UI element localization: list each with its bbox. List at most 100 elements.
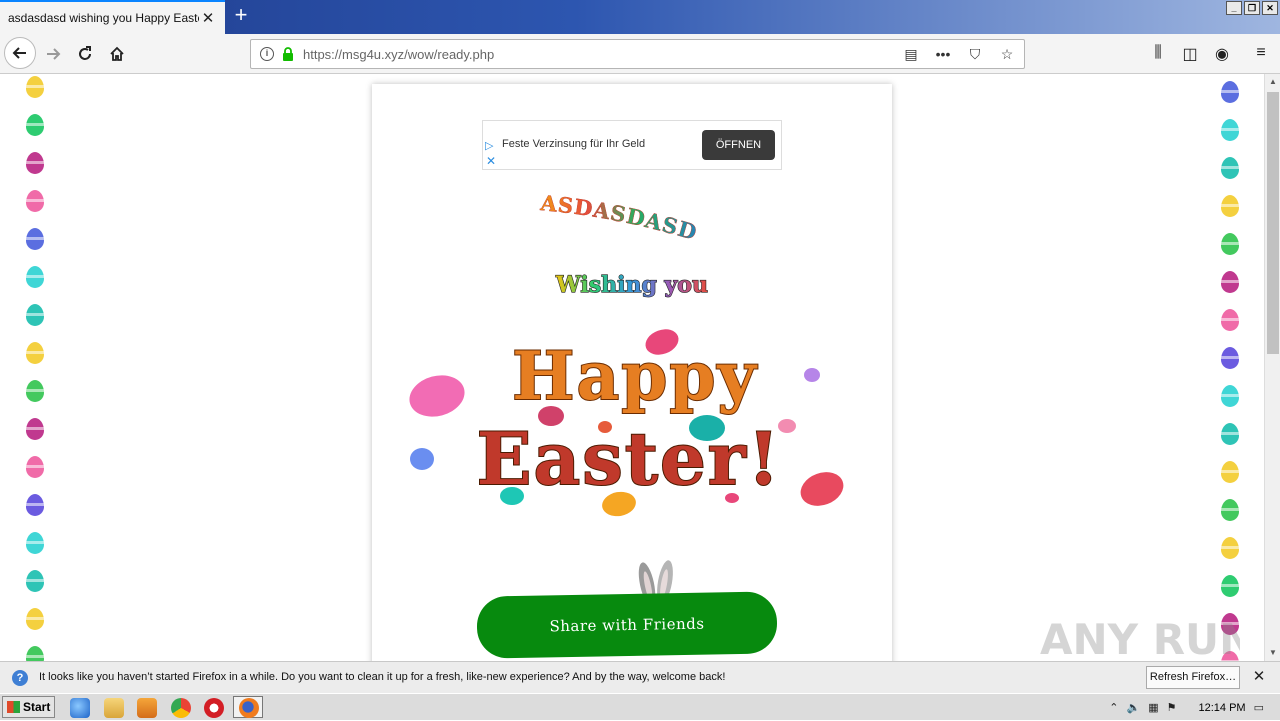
ad-choices-icon[interactable]: ▷: [485, 139, 493, 152]
easter-egg-icon: [26, 152, 44, 174]
ad-text: Feste Verzinsung für Ihr Geld: [502, 138, 646, 150]
svg-text:Wishing you: Wishing you: [555, 272, 708, 298]
show-desktop-icon[interactable]: ▭: [1254, 701, 1264, 714]
start-label: Start: [23, 700, 51, 714]
vertical-scrollbar[interactable]: ▲ ▼: [1264, 74, 1280, 661]
close-notification-icon[interactable]: ✕: [1250, 668, 1268, 686]
scroll-down-icon[interactable]: ▼: [1265, 645, 1280, 661]
back-arrow-icon: [12, 47, 26, 59]
taskbar: Start ⌃ 🔈 ▦ ⚑ 12:14 PM ▭: [0, 693, 1280, 720]
share-with-friends-button[interactable]: Share with Friends: [476, 591, 778, 659]
title-bar: asdasdasd wishing you Happy Easter ✕ + _…: [0, 0, 1280, 34]
back-button[interactable]: [4, 37, 36, 69]
sidebar-icon[interactable]: ◫: [1179, 44, 1201, 64]
easter-egg-icon: [26, 342, 44, 364]
url-text[interactable]: https://msg4u.xyz/wow/ready.php: [303, 47, 494, 62]
clock[interactable]: 12:14 PM: [1199, 702, 1246, 714]
library-icon[interactable]: ⫼: [1147, 44, 1169, 62]
home-icon: [110, 46, 124, 61]
help-icon: ?: [12, 670, 28, 686]
easter-egg-icon: [26, 456, 44, 478]
recipient-name-text: ASDASDASD: [538, 190, 699, 246]
action-center-flag-icon[interactable]: ⚑: [1167, 701, 1177, 714]
internet-explorer-icon[interactable]: [70, 698, 90, 718]
forward-button[interactable]: [38, 39, 68, 69]
tab-title: asdasdasd wishing you Happy Easter: [8, 11, 199, 25]
easter-egg-icon: [1221, 271, 1239, 293]
easter-egg-icon: [26, 380, 44, 402]
easter-egg-icon: [1221, 385, 1239, 407]
close-window-button[interactable]: ✕: [1262, 1, 1278, 15]
scroll-up-icon[interactable]: ▲: [1265, 74, 1280, 90]
easter-text: Easter!: [477, 416, 782, 501]
lock-icon: [283, 47, 293, 61]
easter-egg-icon: [26, 608, 44, 630]
reload-button[interactable]: [70, 39, 100, 69]
network-icon[interactable]: ▦: [1148, 701, 1158, 714]
notification-bar: ? It looks like you haven’t started Fire…: [0, 661, 1280, 693]
easter-egg-icon: [1221, 461, 1239, 483]
greeting-card: ▷ ✕ Feste Verzinsung für Ihr Geld ÖFFNEN…: [372, 84, 892, 661]
restore-button[interactable]: ❐: [1244, 1, 1260, 15]
reader-view-icon[interactable]: ▤: [902, 45, 920, 63]
menu-icon[interactable]: ≡: [1250, 44, 1272, 62]
easter-egg-icon: [1221, 499, 1239, 521]
easter-egg-icon: [26, 418, 44, 440]
anyrun-watermark: ANY RUN: [1040, 615, 1240, 661]
easter-egg-icon: [26, 76, 44, 98]
url-bar[interactable]: i https://msg4u.xyz/wow/ready.php ▤ ••• …: [250, 39, 1025, 69]
windows-logo-icon: [7, 701, 20, 713]
opera-icon[interactable]: [204, 698, 224, 718]
browser-tab[interactable]: asdasdasd wishing you Happy Easter ✕: [0, 0, 225, 34]
new-tab-button[interactable]: +: [229, 4, 253, 28]
easter-egg-icon: [26, 570, 44, 592]
easter-egg-icon: [1221, 423, 1239, 445]
easter-egg-icon: [26, 190, 44, 212]
page-content: ▷ ✕ Feste Verzinsung für Ihr Geld ÖFFNEN…: [0, 74, 1264, 661]
volume-icon[interactable]: 🔈: [1127, 701, 1141, 714]
ad-close-icon[interactable]: ✕: [486, 154, 496, 168]
easter-egg-icon: [26, 494, 44, 516]
refresh-firefox-button[interactable]: Refresh Firefox…: [1146, 666, 1240, 689]
show-hidden-icons-icon[interactable]: ⌃: [1109, 701, 1118, 714]
account-icon[interactable]: ◉: [1211, 44, 1233, 64]
home-button[interactable]: [102, 39, 132, 69]
ad-open-button[interactable]: ÖFFNEN: [702, 130, 775, 160]
easter-egg-icon: [26, 532, 44, 554]
firefox-taskbar-button[interactable]: [233, 696, 263, 718]
bookmark-star-icon[interactable]: ☆: [998, 45, 1016, 63]
minimize-button[interactable]: _: [1226, 1, 1242, 15]
recipient-name: ASDASDASD: [538, 190, 700, 246]
media-player-icon[interactable]: [137, 698, 157, 718]
chrome-icon[interactable]: [171, 698, 191, 718]
easter-egg-icon: [1221, 195, 1239, 217]
easter-egg-icon: [26, 266, 44, 288]
navigation-toolbar: i https://msg4u.xyz/wow/ready.php ▤ ••• …: [0, 34, 1280, 74]
more-actions-icon[interactable]: •••: [934, 45, 952, 63]
happy-easter-graphic: Happy Easter!: [409, 329, 844, 517]
start-button[interactable]: Start: [2, 696, 55, 718]
close-tab-icon[interactable]: ✕: [199, 9, 217, 27]
svg-text:ASDASDASD: ASDASDASD: [538, 190, 700, 245]
notification-message: It looks like you haven’t started Firefo…: [39, 671, 726, 683]
file-explorer-icon[interactable]: [104, 698, 124, 718]
forward-arrow-icon: [47, 48, 61, 60]
easter-egg-icon: [1221, 233, 1239, 255]
info-icon[interactable]: i: [260, 47, 274, 61]
pocket-icon[interactable]: ⛉: [966, 45, 984, 63]
easter-egg-icon: [26, 228, 44, 250]
wishing-you-text: Wishing you: [554, 271, 708, 298]
scroll-thumb[interactable]: [1267, 92, 1279, 354]
system-tray: ⌃ 🔈 ▦ ⚑ 12:14 PM ▭: [1109, 694, 1280, 721]
happy-text: Happy: [512, 337, 758, 415]
url-actions: ▤ ••• ⛉ ☆: [902, 45, 1016, 63]
easter-egg-icon: [1221, 81, 1239, 103]
easter-egg-icon: [1221, 347, 1239, 369]
ad-banner[interactable]: ▷ ✕ Feste Verzinsung für Ihr Geld ÖFFNEN: [482, 120, 782, 170]
easter-egg-icon: [1221, 157, 1239, 179]
reload-icon: [79, 46, 91, 60]
easter-egg-icon: [26, 304, 44, 326]
easter-egg-icon: [1221, 537, 1239, 559]
svg-text:ANY RUN: ANY RUN: [1040, 615, 1240, 661]
firefox-icon: [239, 698, 259, 718]
